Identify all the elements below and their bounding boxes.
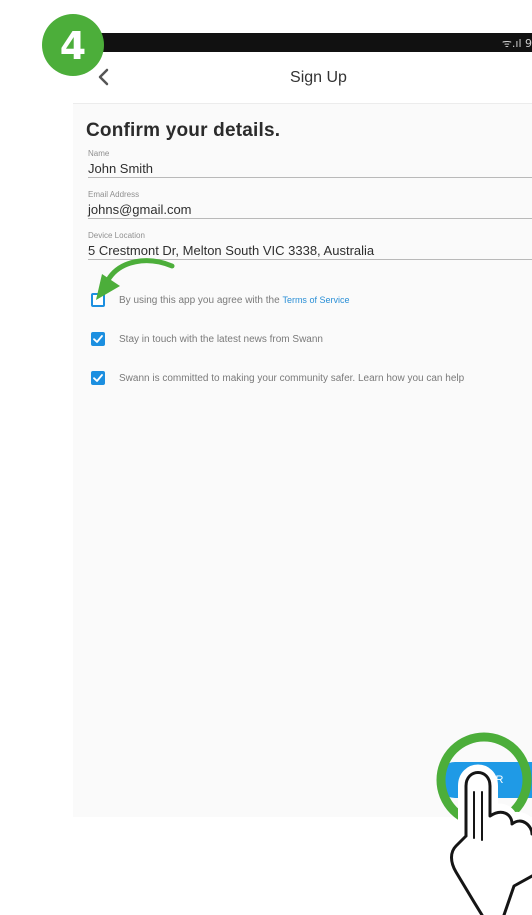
confirm-heading: Confirm your details. xyxy=(86,120,281,141)
step-badge: 4 xyxy=(42,14,104,76)
arrow-icon xyxy=(96,258,175,300)
step-number: 4 xyxy=(60,24,86,68)
status-icons: ᯤ.ıl 9 xyxy=(501,37,532,50)
hand-pointer-icon xyxy=(450,764,532,915)
page-title: Sign Up xyxy=(290,69,347,86)
community-row: Swann is committed to making your commun… xyxy=(91,370,464,386)
location-label: Device Location xyxy=(88,231,145,240)
name-value[interactable]: John Smith xyxy=(88,161,532,177)
check-icon xyxy=(93,374,103,382)
status-bar: ᯤ.ıl 9 xyxy=(73,33,532,52)
email-value[interactable]: johns@gmail.com xyxy=(88,202,532,218)
app-header: Sign Up xyxy=(73,52,532,104)
app-screen: Sign Up Confirm your details. Name John … xyxy=(73,52,532,817)
newsletter-row: Stay in touch with the latest news from … xyxy=(91,331,323,347)
newsletter-checkbox[interactable] xyxy=(91,332,105,346)
community-checkbox[interactable] xyxy=(91,371,105,385)
email-label: Email Address xyxy=(88,190,140,199)
email-field[interactable]: Email Address johns@gmail.com xyxy=(88,190,532,219)
newsletter-text: Stay in touch with the latest news from … xyxy=(119,333,323,345)
name-label: Name xyxy=(88,149,110,158)
terms-of-service-link[interactable]: Terms of Service xyxy=(282,295,349,305)
community-text: Swann is committed to making your commun… xyxy=(119,372,465,384)
check-icon xyxy=(93,335,103,343)
name-field[interactable]: Name John Smith xyxy=(88,149,532,178)
